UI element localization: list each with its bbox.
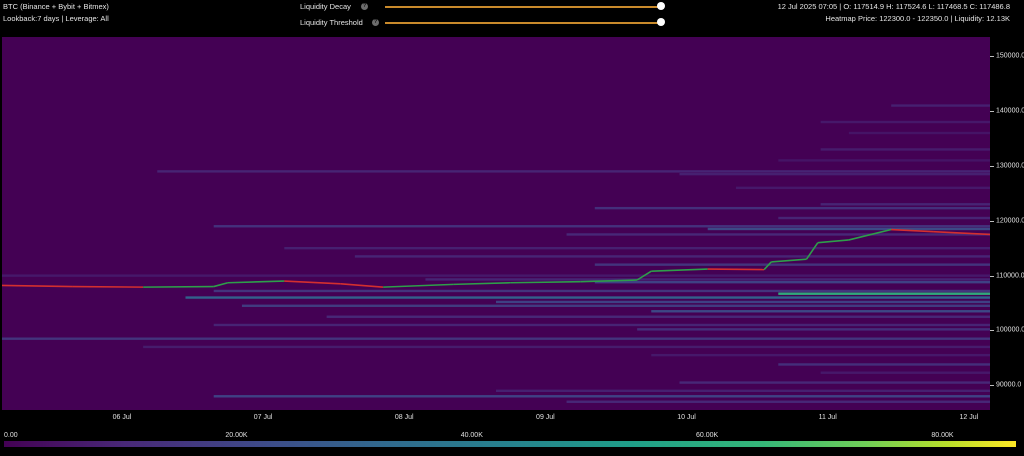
help-icon[interactable]: ? [361,3,368,10]
liquidity-band [496,389,990,393]
liquidity-heatmap[interactable] [2,37,990,410]
x-tick-label: 08 Jul [394,414,414,421]
price-segment [213,281,229,288]
liquidity-band [157,170,990,173]
liquidity-band [679,381,990,384]
x-tick-label: 09 Jul [536,414,555,421]
colorbar-label: 20.00K [225,432,248,439]
liquidity-band [735,186,990,190]
y-tick-mark [990,330,994,332]
liquidity-band [594,280,990,284]
colorbar-label: 80.00K [931,432,954,439]
liquidity-band [185,296,990,299]
y-tick-label: 90000.0 [996,381,1022,389]
y-tick-mark [990,111,994,113]
chart-title: BTC (Binance + Bybit + Bitmex) [3,2,109,11]
price-segment [707,268,765,271]
liquidity-band [2,274,990,277]
lookback-info: Lookback:7 days | Leverage: All [3,14,109,23]
liquidity-band [820,148,990,151]
liquidity-band [241,304,990,307]
liquidity-band [566,400,990,403]
price-segment [651,268,708,273]
ohlc-readout: 12 Jul 2025 07:05 | O: 117514.9 H: 11752… [777,2,1010,11]
liquidity-band [778,216,990,220]
liquidity-colorbar [4,441,1016,447]
colorbar-label: 60.00K [696,432,719,439]
liquidity-band [425,278,990,281]
price-axis: 90000.0 100000.0 110000.0 120000.0 130000.0 1… [990,37,1024,410]
price-segment [817,239,849,244]
liquidity-band [143,345,990,349]
liquidity-band [354,255,990,258]
liquidity-band [778,159,990,162]
price-segment [227,280,285,284]
price-segment [510,280,581,284]
liquidity-band [637,328,990,331]
liquidity-threshold-slider-track[interactable] [385,22,661,24]
liquidity-band [820,371,990,374]
liquidity-threshold-label: Liquidity Threshold [300,18,363,27]
y-tick-label: 110000.0 [996,272,1024,280]
help-icon[interactable]: ? [372,19,379,26]
liquidity-threshold-slider-knob[interactable] [657,18,665,26]
x-tick-label: 11 Jul [818,414,837,421]
y-tick-label: 100000.0 [996,326,1024,334]
price-segment [2,284,73,288]
liquidity-decay-slider-knob[interactable] [657,2,665,10]
liquidity-band [848,131,990,135]
y-tick-mark [990,275,994,277]
price-segment [284,280,341,285]
y-tick-mark [990,56,994,58]
liquidity-band [496,300,990,304]
liquidity-band [820,203,990,206]
price-segment [771,258,807,263]
price-segment [72,285,144,288]
liquidity-band [778,363,990,366]
liquidity-decay-slider-track[interactable] [385,6,661,8]
liquidity-band [213,289,990,293]
liquidity-band [284,246,990,250]
price-segment [453,281,511,286]
liquidity-band [679,172,990,176]
y-tick-label: 150000.0 [996,52,1024,60]
liquidity-band [707,227,990,231]
liquidity-band [213,323,990,327]
y-tick-mark [990,385,994,387]
colorbar-label: 0.00 [4,432,18,439]
liquidity-band [2,337,990,340]
liquidity-band [594,206,990,210]
y-tick-label: 140000.0 [996,107,1024,115]
price-segment [143,285,214,288]
x-tick-label: 07 Jul [253,414,273,421]
colorbar-label: 40.00K [460,432,483,439]
y-tick-label: 120000.0 [996,217,1024,225]
price-segment [383,283,454,288]
liquidity-band [778,292,990,295]
x-tick-label: 06 Jul [112,414,132,421]
liquidity-band [594,263,990,266]
y-tick-mark [990,165,994,167]
liquidity-band [326,315,990,318]
price-segment [340,283,384,288]
heatmap-plot [2,104,990,403]
liquidity-band [651,310,990,313]
liquidity-decay-label: Liquidity Decay [300,2,351,11]
liquidity-band [213,225,990,228]
liquidity-band [213,395,990,398]
liquidity-band [891,104,990,107]
y-tick-mark [990,220,994,222]
x-tick-label: 12 Jul [959,414,979,421]
liquidity-band [820,120,990,124]
x-tick-label: 10 Jul [677,414,696,421]
y-tick-label: 130000.0 [996,162,1024,170]
heatmap-readout: Heatmap Price: 122300.0 - 122350.0 | Liq… [825,14,1010,23]
liquidity-band [651,353,990,357]
liquidity-band [566,233,990,236]
